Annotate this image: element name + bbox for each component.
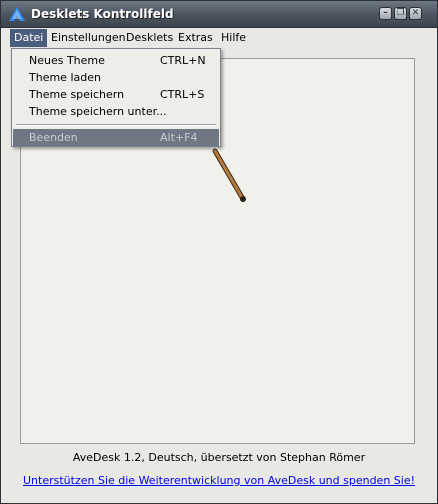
file-menu-dropdown: Neues Theme CTRL+N Theme laden Theme spe… <box>11 48 221 147</box>
menu-item-shortcut: CTRL+S <box>160 88 205 101</box>
close-icon: ✕ <box>411 8 420 18</box>
menu-bar: Datei Einstellungen Desklets Extras Hilf… <box>1 28 437 48</box>
avedesk-logo-icon <box>9 7 25 21</box>
menu-item-shortcut: Alt+F4 <box>160 131 198 144</box>
magic-wand-icon <box>212 148 246 202</box>
menu-item-label: Theme laden <box>29 71 101 84</box>
menu-extras[interactable]: Extras <box>174 29 217 47</box>
menu-datei[interactable]: Datei <box>10 29 48 47</box>
menu-item-save-theme-as[interactable]: Theme speichern unter... <box>13 103 219 120</box>
menu-item-label: Theme speichern unter... <box>29 105 167 118</box>
minimize-button[interactable]: – <box>379 7 392 20</box>
menu-item-save-theme[interactable]: Theme speichern CTRL+S <box>13 86 219 103</box>
menu-item-exit[interactable]: Beenden Alt+F4 <box>13 129 219 146</box>
restore-icon: ❐ <box>396 8 405 18</box>
donate-link[interactable]: Unterstützen Sie die Weiterentwicklung v… <box>1 474 437 487</box>
menu-item-label: Neues Theme <box>29 54 105 67</box>
minimize-icon: – <box>383 8 388 18</box>
close-button[interactable]: ✕ <box>409 7 422 20</box>
menu-item-shortcut: CTRL+N <box>160 54 206 67</box>
menu-item-new-theme[interactable]: Neues Theme CTRL+N <box>13 52 219 69</box>
menu-separator <box>16 124 216 126</box>
desklets-control-panel-window: Desklets Kontrollfeld – ❐ ✕ Datei Einste… <box>0 0 438 504</box>
restore-button[interactable]: ❐ <box>394 7 407 20</box>
menu-desklets[interactable]: Desklets <box>122 29 177 47</box>
title-bar[interactable]: Desklets Kontrollfeld – ❐ ✕ <box>1 1 437 28</box>
window-title: Desklets Kontrollfeld <box>31 7 174 21</box>
menu-einstellungen[interactable]: Einstellungen <box>47 29 130 47</box>
version-info: AveDesk 1.2, Deutsch, übersetzt von Step… <box>72 451 366 464</box>
menu-item-load-theme[interactable]: Theme laden <box>13 69 219 86</box>
menu-hilfe[interactable]: Hilfe <box>217 29 250 47</box>
menu-item-label: Beenden <box>29 131 78 144</box>
menu-item-label: Theme speichern <box>29 88 125 101</box>
